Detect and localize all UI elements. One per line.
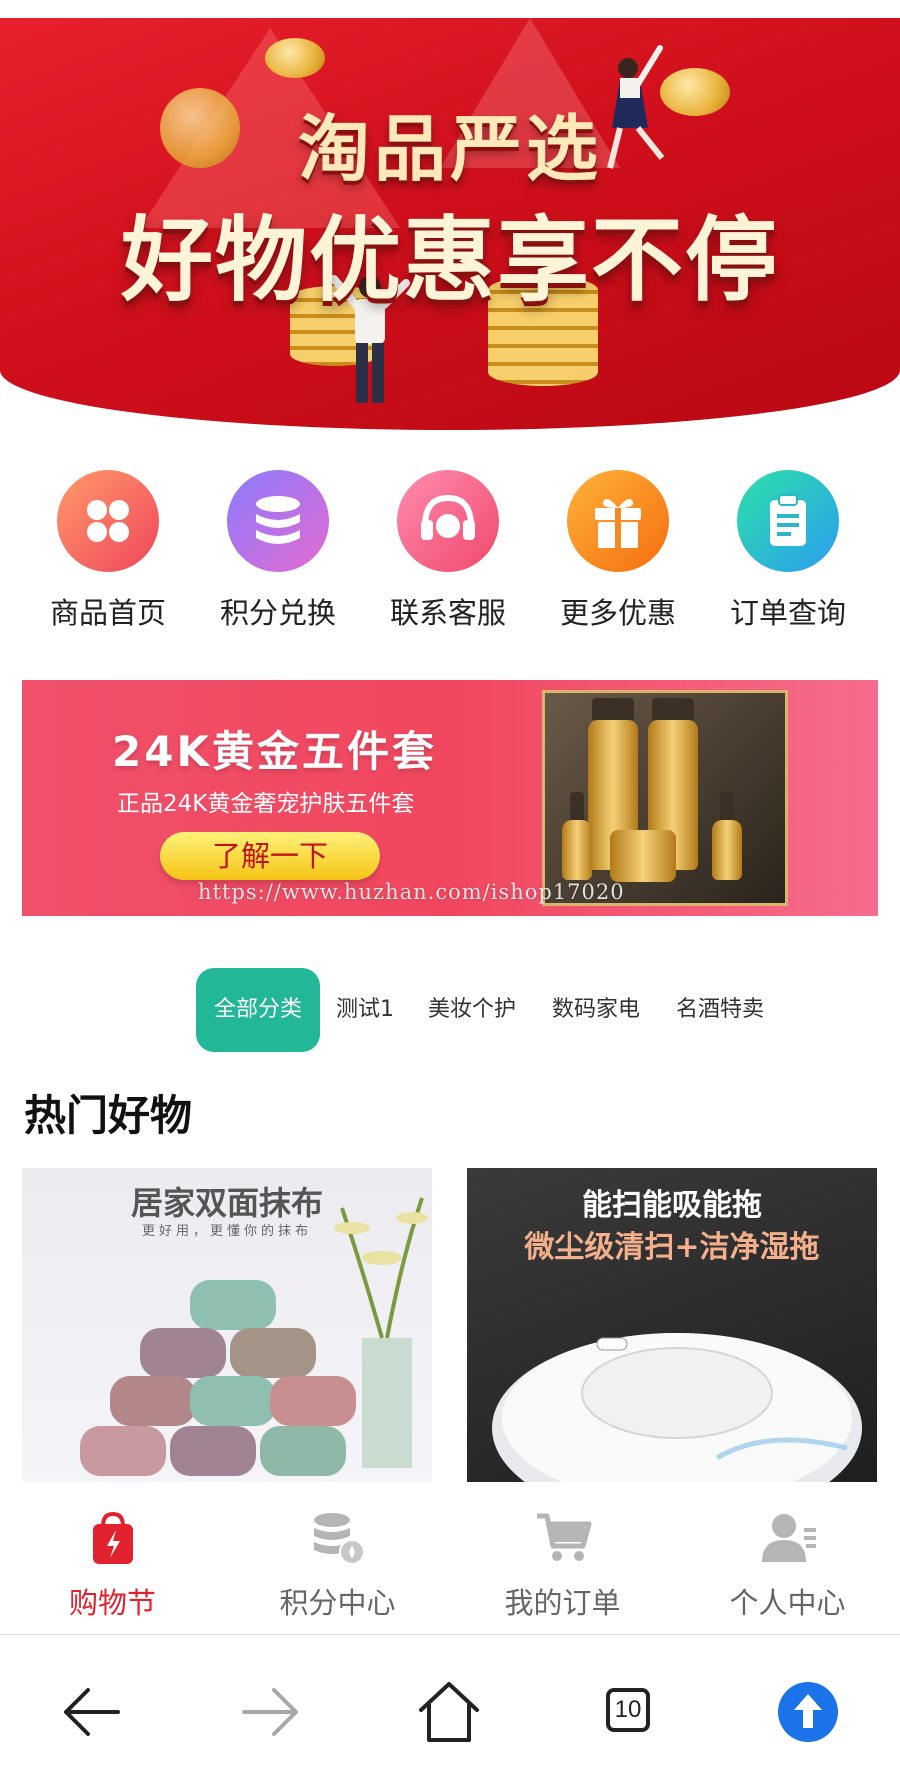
bottom-tab-bar: 购物节 积分中心 我的订单 个人中心: [0, 1482, 900, 1635]
product-bottle: [652, 698, 694, 720]
clipboard-icon: [737, 470, 839, 572]
promo-subtitle: 正品24K黄金奢宠护肤五件套: [117, 791, 415, 817]
grid-icon: [57, 470, 159, 572]
robot-vacuum-image: [492, 1333, 862, 1482]
tab-points-center[interactable]: 积分中心: [225, 1482, 450, 1622]
product-dropper: [562, 820, 592, 880]
upload-icon[interactable]: [768, 1672, 848, 1752]
product-dropper: [720, 792, 734, 822]
quick-nav-more-offers[interactable]: 更多优惠: [543, 470, 693, 632]
tab-label: 我的订单: [504, 1586, 621, 1620]
category-tab-beauty[interactable]: 美妆个护: [410, 968, 534, 1052]
category-tab-liquor[interactable]: 名酒特卖: [658, 968, 782, 1052]
cart-icon: [533, 1508, 593, 1568]
towel-image: [170, 1426, 256, 1476]
towel-image: [230, 1328, 316, 1378]
towel-image: [270, 1376, 356, 1426]
headset-icon: [397, 470, 499, 572]
watermark-text: https://www.huzhan.com/ishop17020: [198, 880, 625, 904]
quick-nav-label: 商品首页: [49, 596, 166, 630]
product-subtitle: 微尘级清扫+洁净湿拖: [524, 1230, 820, 1265]
category-tab-test1[interactable]: 测试1: [320, 968, 410, 1052]
tabs-count-button[interactable]: 10: [590, 1672, 670, 1752]
forward-icon[interactable]: [230, 1672, 310, 1752]
hero-subtitle: 好物优惠享不停: [120, 207, 779, 314]
quick-nav-label: 订单查询: [729, 596, 846, 630]
product-card[interactable]: 居家双面抹布 更好用，更懂你的抹布: [22, 1168, 432, 1482]
tabs-icon: 10: [606, 1688, 650, 1732]
coins-icon: [308, 1508, 368, 1568]
quick-nav-customer-service[interactable]: 联系客服: [373, 470, 523, 632]
quick-nav-points-exchange[interactable]: 积分兑换: [203, 470, 353, 632]
category-tab-digital[interactable]: 数码家电: [534, 968, 658, 1052]
database-icon: [227, 470, 329, 572]
promo-title: 24K黄金五件套: [112, 727, 437, 776]
quick-nav-home[interactable]: 商品首页: [33, 470, 183, 632]
towel-image: [190, 1376, 276, 1426]
tab-my-orders[interactable]: 我的订单: [450, 1482, 675, 1622]
product-bottle: [592, 698, 634, 720]
learn-more-button[interactable]: 了解一下: [160, 832, 380, 880]
tab-label: 购物节: [68, 1586, 156, 1620]
towel-image: [140, 1328, 226, 1378]
quick-nav-label: 积分兑换: [219, 596, 336, 630]
tab-shopping-festival[interactable]: 购物节: [0, 1482, 225, 1622]
product-title: 能扫能吸能拖: [582, 1188, 762, 1223]
home-icon[interactable]: [409, 1672, 489, 1752]
tabs-count: 10: [614, 1696, 642, 1723]
section-title: 热门好物: [24, 1091, 193, 1140]
towel-image: [80, 1426, 166, 1476]
towel-image: [190, 1280, 276, 1330]
product-jar: [610, 830, 676, 882]
hero-banner[interactable]: 淘品严选 好物优惠享不停: [0, 18, 900, 430]
tab-personal-center[interactable]: 个人中心: [675, 1482, 900, 1622]
quick-nav-label: 更多优惠: [559, 596, 676, 630]
hero-title: 淘品严选: [297, 107, 602, 191]
quick-nav: 商品首页 积分兑换 联系客服 更多优惠 订单查询: [0, 470, 900, 630]
product-card[interactable]: 能扫能吸能拖 微尘级清扫+洁净湿拖: [467, 1168, 877, 1482]
gift-icon: [567, 470, 669, 572]
product-dropper: [712, 820, 742, 880]
quick-nav-label: 联系客服: [389, 596, 506, 630]
tab-label: 积分中心: [279, 1586, 396, 1620]
category-tab-all[interactable]: 全部分类: [196, 968, 320, 1052]
quick-nav-order-query[interactable]: 订单查询: [713, 470, 863, 632]
towel-image: [260, 1426, 346, 1476]
product-dropper: [570, 792, 584, 822]
back-icon[interactable]: [52, 1672, 132, 1752]
shopping-bag-icon: [83, 1508, 143, 1568]
user-icon: [758, 1508, 818, 1568]
tab-label: 个人中心: [729, 1586, 846, 1620]
decor-coin: [265, 38, 325, 78]
towel-image: [110, 1376, 196, 1426]
browser-toolbar: 10: [0, 1636, 900, 1776]
